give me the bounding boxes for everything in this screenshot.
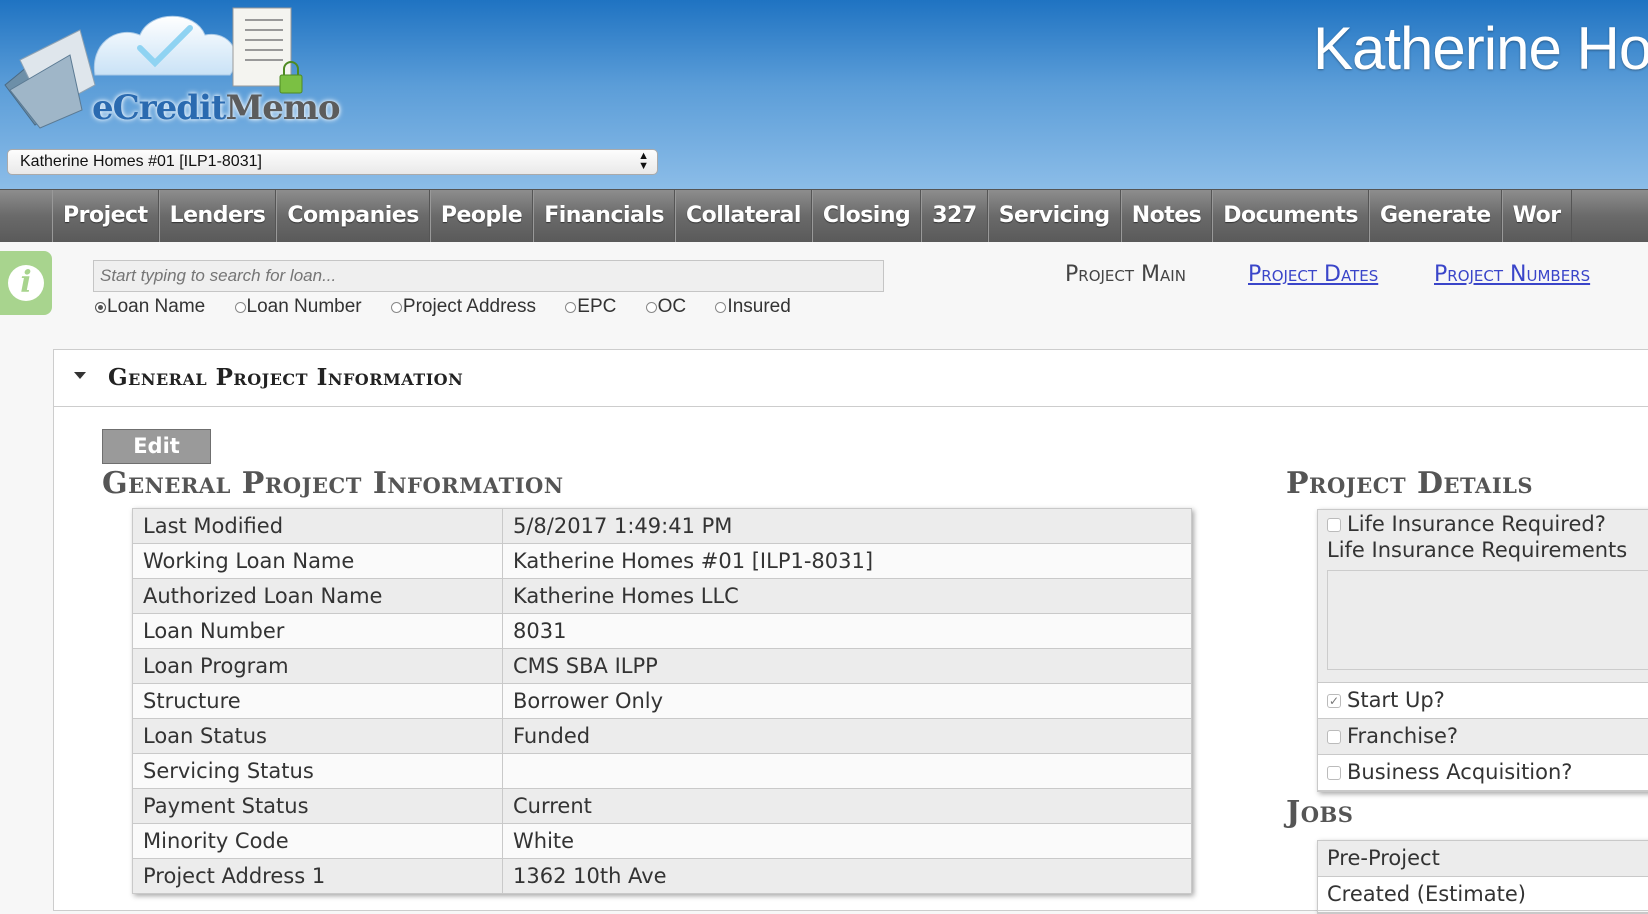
row-value: Borrower Only [502, 683, 1192, 719]
nav-item-collateral[interactable]: Collateral [675, 190, 812, 242]
radio-unselected-icon [645, 301, 657, 313]
radio-loan-number[interactable]: Loan Number [234, 296, 362, 318]
nav-item-closing[interactable]: Closing [811, 190, 922, 242]
life-insurance-requirements-label: Life Insurance Requirements [1327, 538, 1628, 562]
row-value: 1362 10th Ave [502, 858, 1192, 894]
loan-select-value: Katherine Homes #01 [ILP1-8031] [20, 153, 262, 170]
loan-search-input[interactable] [93, 260, 884, 292]
radio-project-address[interactable]: Project Address [390, 296, 536, 318]
row-label: Loan Number [132, 613, 503, 649]
nav-item-companies[interactable]: Companies [276, 190, 430, 242]
row-label: Authorized Loan Name [132, 578, 503, 614]
nav-item-servicing[interactable]: Servicing [987, 190, 1121, 242]
panel-title: General Project Information [108, 364, 464, 391]
row-value: 8031 [502, 613, 1192, 649]
start-up-row[interactable]: ✓ Start Up? [1318, 683, 1648, 719]
table-row: Working Loan Name Katherine Homes #01 [IL… [132, 543, 1192, 579]
table-row: Project Address 1 1362 10th Ave [132, 858, 1192, 894]
nav-item-project[interactable]: Project [52, 190, 159, 242]
row-label: Payment Status [132, 788, 503, 824]
franchise-row[interactable]: Franchise? [1318, 719, 1648, 755]
life-insurance-group: Life Insurance Required? Life Insurance … [1318, 510, 1648, 683]
select-arrows-icon: ▲ ▼ [638, 150, 649, 172]
loan-select-dropdown[interactable]: Katherine Homes #01 [ILP1-8031] ▲ ▼ [7, 149, 658, 175]
row-label: Last Modified [132, 508, 503, 544]
row-value: 5/8/2017 1:49:41 PM [502, 508, 1192, 544]
row-value: Katherine Homes LLC [502, 578, 1192, 614]
project-details-box: Life Insurance Required? Life Insurance … [1317, 509, 1648, 792]
info-icon: i [8, 265, 44, 301]
nav-item-work[interactable]: Wor [1501, 190, 1572, 242]
row-value: White [502, 823, 1192, 859]
radio-epc[interactable]: EPC [565, 296, 616, 318]
row-label: Working Loan Name [132, 543, 503, 579]
nav-item-notes[interactable]: Notes [1120, 190, 1213, 242]
radio-insured[interactable]: Insured [715, 296, 791, 318]
project-main-link[interactable]: Project Main [1065, 262, 1186, 287]
radio-unselected-icon [715, 301, 727, 313]
app-header: eCreditMemo Katherine Ho Katherine Homes… [0, 0, 1648, 190]
jobs-row: Pre-Project [1318, 841, 1648, 877]
row-value: CMS SBA ILPP [502, 648, 1192, 684]
table-row: Loan Number 8031 [132, 613, 1192, 649]
nav-item-lenders[interactable]: Lenders [158, 190, 277, 242]
table-row: Payment Status Current [132, 788, 1192, 824]
checkbox-unchecked-icon[interactable] [1327, 766, 1341, 780]
row-label: Structure [132, 683, 503, 719]
radio-selected-icon [95, 301, 106, 313]
radio-unselected-icon [565, 301, 577, 313]
row-label: Servicing Status [132, 753, 503, 789]
section-title-jobs: Jobs [1286, 795, 1354, 830]
row-value: Katherine Homes #01 [ILP1-8031] [502, 543, 1192, 579]
row-value [502, 753, 1192, 789]
jobs-box: Pre-Project Created (Estimate) [1317, 840, 1648, 914]
nav-item-documents[interactable]: Documents [1212, 190, 1369, 242]
section-title-project-details: Project Details [1286, 466, 1534, 501]
jobs-row: Created (Estimate) [1318, 877, 1648, 913]
table-row: Minority Code White [132, 823, 1192, 859]
row-value: Current [502, 788, 1192, 824]
checkbox-unchecked-icon[interactable] [1327, 518, 1341, 532]
row-label: Minority Code [132, 823, 503, 859]
row-value: Funded [502, 718, 1192, 754]
checkbox-unchecked-icon[interactable] [1327, 730, 1341, 744]
table-row: Loan Status Funded [132, 718, 1192, 754]
table-row: Authorized Loan Name Katherine Homes LLC [132, 578, 1192, 614]
business-acquisition-row[interactable]: Business Acquisition? [1318, 755, 1648, 791]
header-title: Katherine Ho [1313, 15, 1648, 82]
table-row: Last Modified 5/8/2017 1:49:41 PM [132, 508, 1192, 544]
table-row: Servicing Status [132, 753, 1192, 789]
life-insurance-required[interactable]: Life Insurance Required? [1327, 512, 1648, 536]
row-label: Loan Program [132, 648, 503, 684]
project-numbers-link[interactable]: Project Numbers [1434, 262, 1590, 287]
life-insurance-requirements-textarea[interactable] [1327, 570, 1648, 670]
row-label: Project Address 1 [132, 858, 503, 894]
general-info-table: Last Modified 5/8/2017 1:49:41 PM Working… [132, 508, 1192, 894]
nav-item-327[interactable]: 327 [921, 190, 988, 242]
radio-loan-name[interactable]: Loan Name [95, 296, 205, 318]
main-nav: Project Lenders Companies People Financi… [0, 189, 1648, 242]
nav-item-financials[interactable]: Financials [533, 190, 676, 242]
search-type-radio-group: Loan Name Loan Number Project Address EP… [95, 296, 815, 319]
project-dates-link[interactable]: Project Dates [1248, 262, 1378, 287]
logo-wordmark: eCreditMemo [92, 88, 341, 128]
radio-unselected-icon [390, 301, 402, 313]
table-row: Structure Borrower Only [132, 683, 1192, 719]
section-title-general: General Project Information [102, 466, 564, 501]
panel-header[interactable]: General Project Information [54, 350, 1648, 407]
checkbox-checked-icon[interactable]: ✓ [1327, 694, 1341, 708]
table-row: Loan Program CMS SBA ILPP [132, 648, 1192, 684]
collapse-triangle-icon[interactable] [74, 372, 86, 379]
radio-oc[interactable]: OC [645, 296, 686, 318]
edit-button[interactable]: Edit [102, 429, 211, 464]
nav-item-generate[interactable]: Generate [1368, 190, 1502, 242]
radio-unselected-icon [234, 301, 246, 313]
nav-item-people[interactable]: People [429, 190, 534, 242]
row-label: Loan Status [132, 718, 503, 754]
info-button[interactable]: i [0, 251, 52, 315]
